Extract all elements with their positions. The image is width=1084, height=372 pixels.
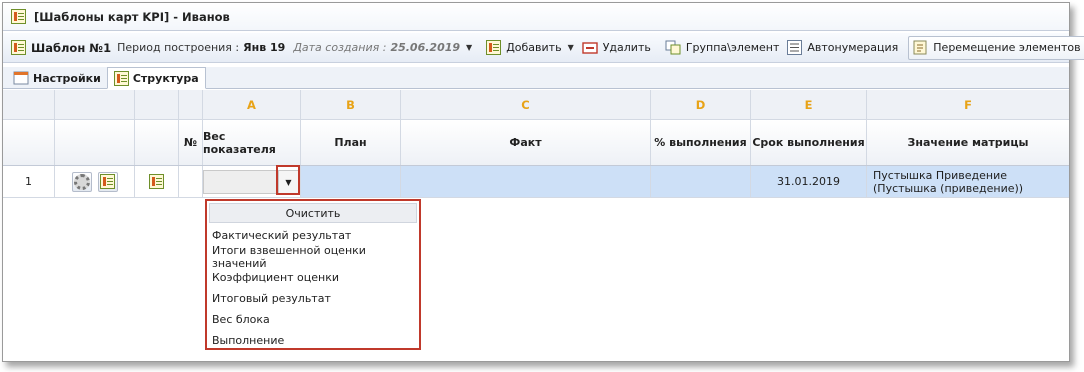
row-sheet-button[interactable]: [97, 171, 118, 192]
clear-option[interactable]: Очистить: [209, 203, 417, 223]
autonumber-button[interactable]: Автонумерация: [783, 36, 902, 60]
fact-cell[interactable]: [401, 166, 651, 197]
row-number-cell: [179, 166, 203, 197]
percent-cell[interactable]: [651, 166, 751, 197]
chevron-down-icon[interactable]: ▼: [568, 43, 574, 52]
tab-structure[interactable]: Структура: [106, 67, 206, 89]
move-elements-icon: [913, 40, 927, 55]
move-elements-label: Перемещение элементов: [933, 41, 1081, 54]
period-value: Янв 19: [243, 41, 286, 54]
letter-cell-blank: [135, 90, 179, 119]
template-name: Шаблон №1: [31, 40, 112, 55]
row-index: 1: [3, 166, 55, 197]
delete-button[interactable]: Удалить: [578, 36, 655, 60]
weight-dropdown-list: Очистить Фактический результат Итоги взв…: [205, 199, 421, 350]
row-type-cell[interactable]: [135, 166, 179, 197]
column-letter-row: A B C D E F: [3, 90, 1069, 120]
group-element-label: Группа\элемент: [685, 41, 780, 54]
column-letter-a: A: [203, 90, 301, 119]
row-actions: [55, 166, 135, 197]
header-fact[interactable]: Факт: [401, 120, 651, 165]
delete-icon: [582, 41, 598, 54]
row-settings-button[interactable]: [71, 171, 92, 192]
element-type-icon: [149, 174, 164, 189]
chevron-down-icon[interactable]: ▼: [466, 43, 472, 52]
header-cell-blank: [3, 120, 55, 165]
tab-structure-label: Структура: [132, 71, 199, 85]
dropdown-option[interactable]: Выполнение: [207, 330, 419, 351]
dropdown-option[interactable]: Итоговый результат: [207, 288, 419, 309]
dropdown-option[interactable]: Вес блока: [207, 309, 419, 330]
structure-tab-icon: [113, 70, 129, 86]
autonumber-label: Автонумерация: [807, 41, 899, 54]
header-weight[interactable]: Вес показателя: [203, 120, 301, 165]
created-value: 25.06.2019: [390, 41, 461, 54]
created-label: Дата создания :: [293, 41, 387, 54]
header-cell-blank: [135, 120, 179, 165]
tab-settings-label: Настройки: [33, 71, 101, 85]
deadline-cell[interactable]: 31.01.2019: [751, 166, 867, 197]
autonumber-icon: [787, 40, 803, 55]
toolbar: Шаблон №1 Период построения : Янв 19 Дат…: [3, 33, 1084, 63]
dropdown-option[interactable]: Коэффициент оценки: [207, 267, 419, 288]
column-letter-d: D: [651, 90, 751, 119]
kpi-template-icon: [11, 9, 26, 24]
move-elements-button[interactable]: Перемещение элементов: [908, 35, 1084, 60]
header-plan[interactable]: План: [301, 120, 401, 165]
letter-cell-blank: [55, 90, 135, 119]
add-icon: [486, 40, 502, 55]
settings-tab-icon: [13, 71, 29, 85]
delete-label: Удалить: [602, 41, 651, 54]
header-cell-blank: [55, 120, 135, 165]
column-letter-c: C: [401, 90, 651, 119]
column-letter-e: E: [751, 90, 867, 119]
letter-cell-blank: [3, 90, 55, 119]
letter-cell-blank: [179, 90, 203, 119]
group-element-icon: [665, 40, 681, 55]
kpi-window: [Шаблоны карт KPI] - Иванов Шаблон №1 Пе…: [2, 2, 1084, 362]
column-letter-b: B: [301, 90, 401, 119]
sheet-icon: [100, 174, 115, 189]
column-header-row: № Вес показателя План Факт % выполнения …: [3, 120, 1069, 166]
add-button[interactable]: Добавить ▼: [482, 36, 578, 60]
header-deadline[interactable]: Срок выполнения: [751, 120, 867, 165]
add-label: Добавить: [506, 41, 562, 54]
title-bar: [Шаблоны карт KPI] - Иванов: [3, 3, 1069, 31]
template-icon: [11, 40, 26, 55]
header-percent[interactable]: % выполнения: [651, 120, 751, 165]
template-selector[interactable]: Шаблон №1 Период построения : Янв 19 Дат…: [7, 36, 476, 60]
annotation-highlight: [276, 165, 300, 195]
dropdown-option[interactable]: Итоги взвешенной оценки значений: [207, 244, 419, 270]
period-label: Период построения :: [117, 41, 240, 54]
matrix-cell[interactable]: Пустышка Приведение (Пустышка (приведени…: [867, 166, 1069, 197]
header-matrix[interactable]: Значение матрицы: [867, 120, 1069, 165]
plan-cell[interactable]: [301, 166, 401, 197]
window-title: [Шаблоны карт KPI] - Иванов: [34, 9, 230, 24]
tab-strip: Настройки Структура: [3, 67, 1069, 89]
gear-icon: [73, 173, 90, 190]
table-row[interactable]: 1 ▼ 31.01.2019 Пустышка Приведение (Пуст…: [3, 166, 1069, 198]
group-element-button[interactable]: Группа\элемент: [661, 36, 784, 60]
column-letter-f: F: [964, 97, 972, 112]
tab-settings[interactable]: Настройки: [7, 68, 107, 88]
header-number[interactable]: №: [179, 120, 203, 165]
